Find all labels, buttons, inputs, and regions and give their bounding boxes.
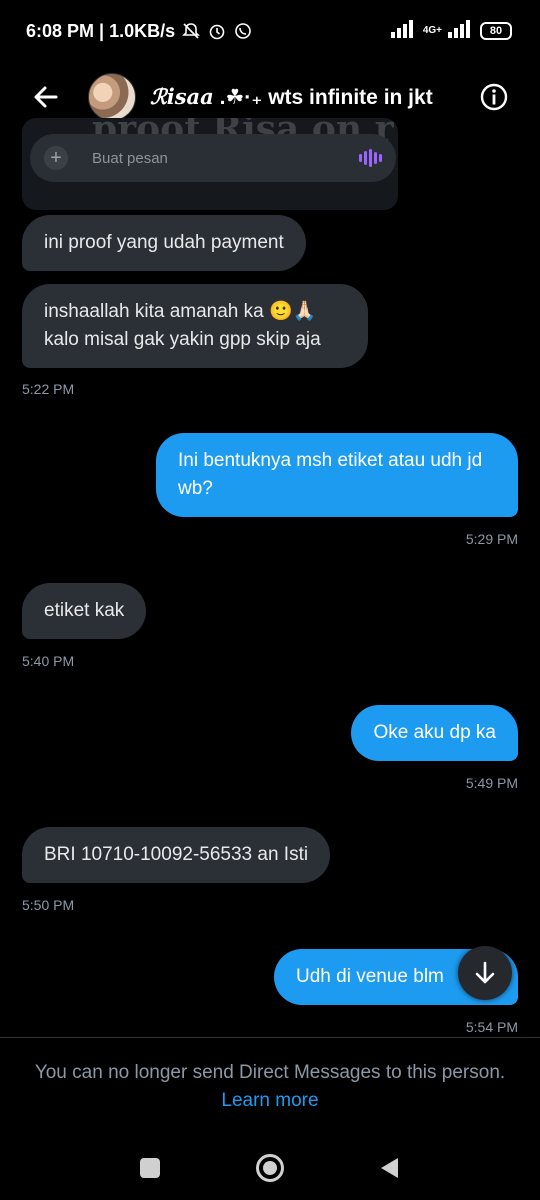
info-button[interactable] — [470, 73, 518, 121]
message-bubble[interactable]: Ini bentuknya msh etiket atau udh jd wb? — [156, 433, 518, 517]
recents-button[interactable] — [130, 1148, 170, 1188]
avatar[interactable] — [88, 73, 136, 121]
status-time-speed: 6:08 PM | 1.0KB/s — [26, 20, 176, 41]
whatsapp-icon — [233, 21, 253, 41]
battery-icon: 80 — [480, 22, 512, 40]
shared-image-card[interactable]: proof Risa on r + Buat pesan — [22, 118, 398, 210]
voice-wave-icon — [359, 149, 382, 167]
circle-icon — [256, 1154, 284, 1182]
arrow-down-icon — [475, 961, 495, 984]
status-left: 6:08 PM | 1.0KB/s — [26, 21, 253, 42]
message-time: 5:49 PM — [465, 775, 518, 791]
mute-bell-icon — [181, 21, 201, 41]
triangle-back-icon — [381, 1158, 398, 1178]
learn-more-link[interactable]: Learn more — [0, 1090, 540, 1112]
message-time: 5:54 PM — [465, 1019, 518, 1035]
back-nav-button[interactable] — [370, 1148, 410, 1188]
status-bar: 6:08 PM | 1.0KB/s 4G+ 80 — [0, 0, 540, 62]
arrow-left-icon — [34, 86, 58, 108]
message-bubble[interactable]: ini proof yang udah payment — [22, 215, 306, 271]
status-right: 4G+ 80 — [390, 19, 512, 43]
message-time: 5:40 PM — [22, 653, 75, 669]
dm-disabled-notice: You can no longer send Direct Messages t… — [34, 1062, 506, 1083]
message-bubble[interactable]: Oke aku dp ka — [351, 705, 518, 761]
square-icon — [140, 1158, 160, 1178]
alarm-icon — [207, 21, 227, 41]
info-icon — [480, 83, 508, 111]
conversation-title[interactable]: ℛisaa .☘·₊ wts infinite in jkt — [150, 84, 470, 110]
network-type: 4G+ — [422, 25, 442, 36]
title-script: ℛisaa — [150, 84, 214, 109]
plus-icon: + — [44, 146, 68, 170]
signal-icon — [390, 19, 417, 43]
home-button[interactable] — [250, 1148, 290, 1188]
message-bubble[interactable]: BRI 10710-10092-56533 an Isti — [22, 827, 331, 883]
message-bubble[interactable]: etiket kak — [22, 583, 147, 639]
message-bubble[interactable]: inshaallah kita amanah ka 🙂🙏🏻 kalo misal… — [22, 284, 368, 368]
signal-2-icon — [448, 19, 474, 43]
composer-placeholder: Buat pesan — [92, 149, 168, 167]
back-button[interactable] — [22, 73, 70, 121]
scroll-to-bottom-button[interactable] — [458, 946, 512, 1000]
divider — [0, 1037, 540, 1038]
embedded-composer: + Buat pesan — [30, 134, 396, 182]
message-time: 5:29 PM — [465, 531, 518, 547]
system-nav-bar — [0, 1140, 540, 1196]
message-time: 5:50 PM — [22, 897, 75, 913]
title-rest: .☘·₊ wts infinite in jkt — [213, 86, 433, 109]
message-time: 5:22 PM — [22, 381, 75, 397]
